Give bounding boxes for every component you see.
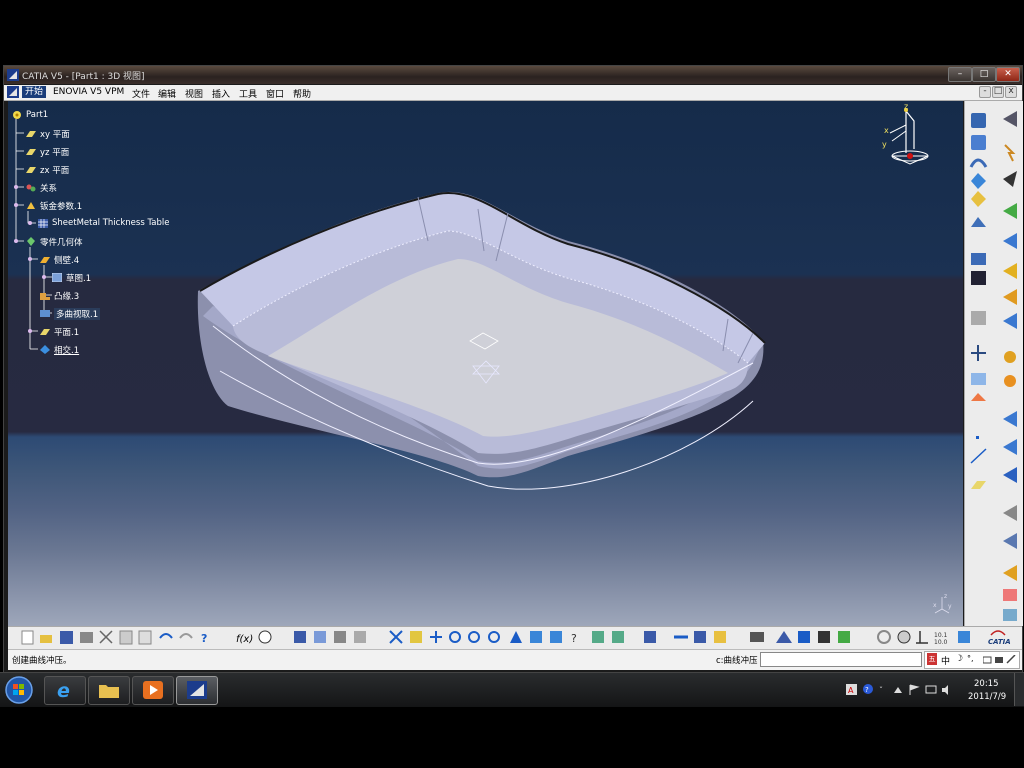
catia-window: CATIA V5 - [Part1 : 3D 视图] – □ ✕ 开始 ENOV… <box>3 65 1023 674</box>
tree-item-zx-plane[interactable]: zx 平面 <box>40 164 69 176</box>
taskbar-ie-button[interactable]: e <box>44 676 86 705</box>
mini-axis-icon: z x y <box>933 593 952 614</box>
mini-axis-y-label: y <box>948 603 952 610</box>
menu-window[interactable]: 窗口 <box>266 87 284 100</box>
ime-halfwidth-icon[interactable]: ☽ <box>955 654 963 664</box>
ime-tools-icon[interactable] <box>983 655 1017 665</box>
title-bar: CATIA V5 - [Part1 : 3D 视图] – □ ✕ <box>4 66 1022 84</box>
system-tray-icons[interactable]: A ? ˇ <box>846 683 956 697</box>
toolbar-icons-bottom[interactable]: ? f(x) ? 10.1 10.0 <box>21 630 970 646</box>
media-player-icon <box>143 681 163 699</box>
right-toolbar <box>964 101 1023 626</box>
menu-edit[interactable]: 编辑 <box>158 87 176 100</box>
menu-enovia[interactable]: ENOVIA V5 VPM <box>53 87 124 97</box>
tree-lines <box>14 119 52 350</box>
menu-view[interactable]: 视图 <box>185 87 203 100</box>
internet-explorer-icon: e <box>57 680 70 700</box>
flange-icon <box>40 293 50 300</box>
clock-date[interactable]: 2011/7/9 <box>968 692 1006 702</box>
part-icon <box>13 111 21 119</box>
command-label: c:曲线冲压 <box>716 656 758 666</box>
svg-text:?: ? <box>201 632 207 645</box>
svg-text:e: e <box>57 680 70 700</box>
plane-icon <box>26 131 36 137</box>
ime-chinese-mode[interactable]: 中 <box>941 654 950 667</box>
svg-text:?: ? <box>571 632 577 645</box>
tree-item-multi-extract[interactable]: 多曲视取.1 <box>54 308 101 320</box>
menu-bar: 开始 ENOVIA V5 VPM 文件 编辑 视图 插入 工具 窗口 帮助 - … <box>4 85 1022 101</box>
clock-time[interactable]: 20:15 <box>974 679 999 689</box>
catia-logo: CATIA <box>988 638 1011 646</box>
bottom-toolbar: ? f(x) ? 10.1 10.0 CATIA <box>8 626 1022 649</box>
doc-restore-button[interactable]: □ <box>992 86 1004 98</box>
maximize-button[interactable]: □ <box>972 67 996 82</box>
table-icon <box>38 219 48 228</box>
ime-logo-icon: 五 <box>927 653 937 665</box>
tree-item-intersect[interactable]: 相交.1 <box>54 344 79 356</box>
compass-icon[interactable]: z x y <box>870 101 940 171</box>
catia-app-icon <box>7 69 19 81</box>
tree-item-sketch[interactable]: 草图.1 <box>66 272 91 284</box>
tree-item-plane1[interactable]: 平面.1 <box>54 326 79 338</box>
tree-item-sheetmetal-params[interactable]: 钣金参数.1 <box>40 200 82 212</box>
folder-icon <box>99 685 119 698</box>
tree-item-relations[interactable]: 关系 <box>40 182 57 194</box>
menu-tools[interactable]: 工具 <box>239 87 257 100</box>
doc-minimize-button[interactable]: - <box>979 86 991 98</box>
window-title: CATIA V5 - [Part1 : 3D 视图] <box>22 72 145 82</box>
start-button-icon[interactable] <box>4 675 34 705</box>
svg-text:f(x): f(x) <box>236 634 253 645</box>
3d-viewport[interactable]: z x y z x y Part1 xy 平面 yz 平面 zx 平面 关系 钣… <box>8 101 963 626</box>
command-input[interactable] <box>760 652 922 667</box>
compass-y-label: y <box>882 140 887 149</box>
show-desktop-button[interactable] <box>1014 673 1024 706</box>
tree-item-part1[interactable]: Part1 <box>26 110 48 120</box>
minimize-button[interactable]: – <box>948 67 972 82</box>
menu-insert[interactable]: 插入 <box>212 87 230 100</box>
document-icon <box>7 86 19 98</box>
menu-start[interactable]: 开始 <box>22 86 47 98</box>
close-button[interactable]: ✕ <box>996 67 1020 82</box>
svg-text:ˇ: ˇ <box>879 685 883 695</box>
tree-item-flange[interactable]: 凸缘.3 <box>54 290 79 302</box>
tree-item-xy-plane[interactable]: xy 平面 <box>40 128 70 140</box>
plane-icon <box>40 329 50 335</box>
status-bar: 创建曲线冲压。 c:曲线冲压 五 中 ☽ °, <box>8 649 1022 670</box>
catia-taskbar-icon <box>187 681 207 699</box>
compass-x-label: x <box>884 126 889 135</box>
multi-extract-icon <box>40 310 50 317</box>
svg-text:A: A <box>848 686 854 695</box>
taskbar-media-player-button[interactable] <box>132 676 174 705</box>
menu-file[interactable]: 文件 <box>132 87 150 100</box>
doc-close-button[interactable]: x <box>1005 86 1017 98</box>
ime-punctuation-icon[interactable]: °, <box>967 654 974 663</box>
mini-axis-z-label: z <box>944 593 947 600</box>
status-message: 创建曲线冲压。 <box>12 656 72 666</box>
plane-icon <box>26 167 36 173</box>
svg-text:10.0: 10.0 <box>934 639 948 646</box>
toolbar-icons[interactable] <box>969 111 1017 621</box>
tree-item-thickness-table[interactable]: SheetMetal Thickness Table <box>52 218 169 228</box>
windows-taskbar: e A ? ˇ 20:15 2011/7/9 <box>0 672 1024 707</box>
sketch-icon <box>52 273 62 282</box>
svg-text:?: ? <box>865 686 869 694</box>
wall-icon <box>40 257 50 263</box>
relations-icon <box>26 184 36 192</box>
body-icon <box>27 237 35 246</box>
intersect-icon <box>40 345 50 354</box>
sheetmetal-params-icon <box>27 202 35 209</box>
taskbar-catia-button[interactable] <box>176 676 218 705</box>
mini-axis-x-label: x <box>933 602 937 609</box>
taskbar-explorer-button[interactable] <box>88 676 130 705</box>
tree-item-part-body[interactable]: 零件几何体 <box>40 236 83 248</box>
ime-bar[interactable]: 五 中 ☽ °, <box>924 651 1020 669</box>
compass-z-label: z <box>904 102 908 111</box>
tree-item-wall[interactable]: 侧壁.4 <box>54 254 79 266</box>
plane-icon <box>26 149 36 155</box>
svg-text:10.1: 10.1 <box>934 632 948 639</box>
tree-item-yz-plane[interactable]: yz 平面 <box>40 146 69 158</box>
menu-help[interactable]: 帮助 <box>293 87 311 100</box>
